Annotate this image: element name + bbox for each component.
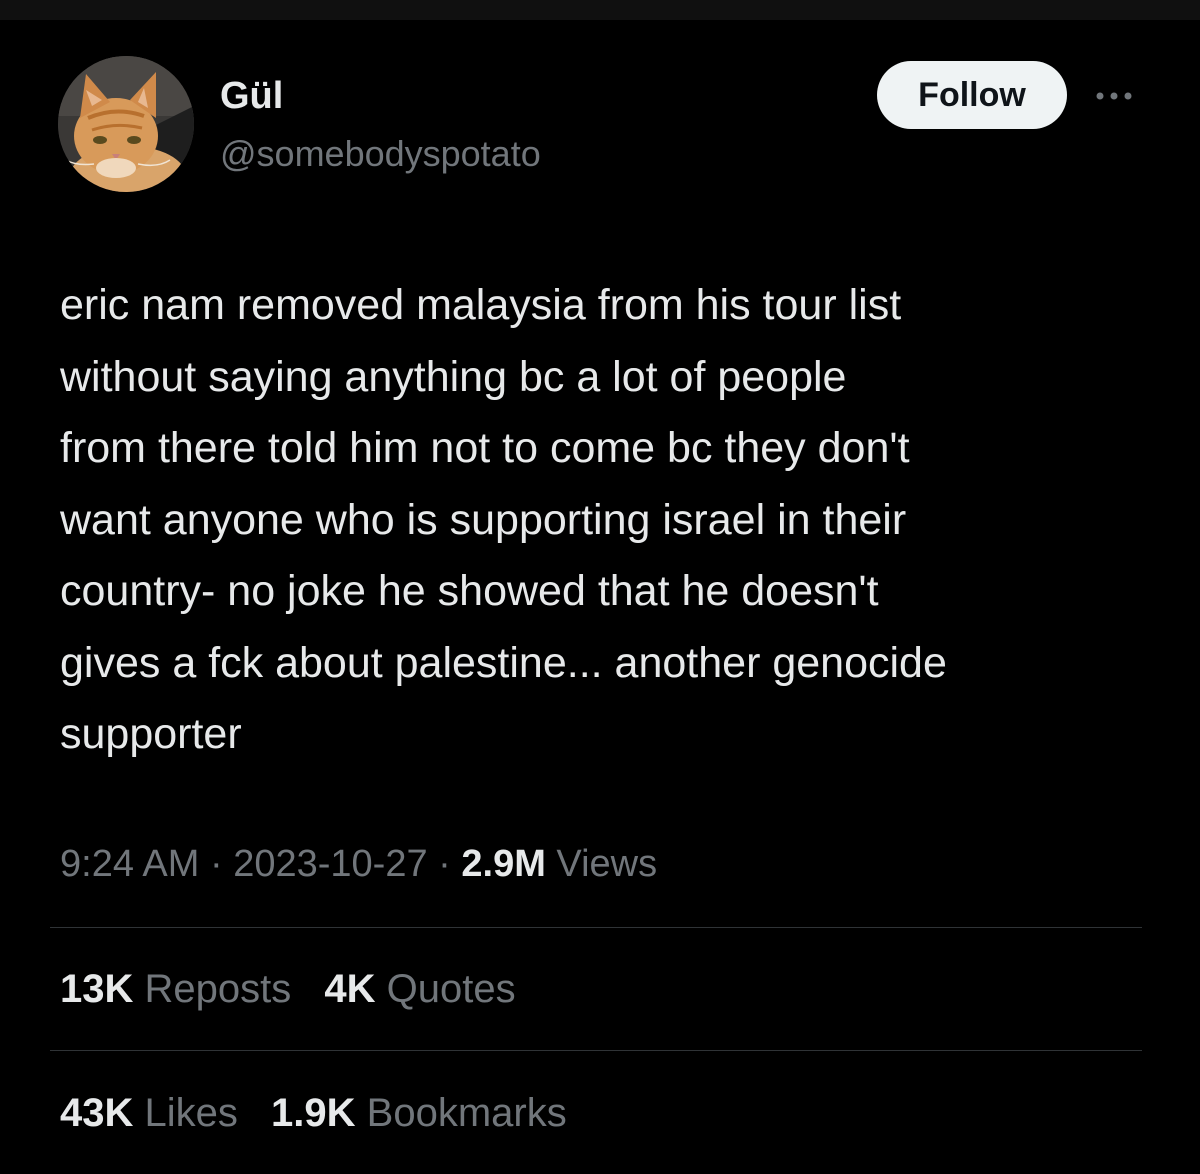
orange-cat-avatar-icon <box>58 56 194 192</box>
likes-stat[interactable]: 43K Likes <box>60 1089 238 1137</box>
quotes-count: 4K <box>324 967 376 1011</box>
tweet-time[interactable]: 9:24 AM <box>60 843 199 885</box>
likes-count: 43K <box>60 1091 134 1135</box>
tweet-meta: 9:24 AM · 2023-10-27 · 2.9M Views <box>60 840 657 888</box>
tweet-text: eric nam removed malaysia from his tour … <box>60 281 947 758</box>
display-name[interactable]: Gül <box>220 74 283 118</box>
reposts-stat[interactable]: 13K Reposts <box>60 965 291 1013</box>
reposts-count: 13K <box>60 967 134 1011</box>
quotes-label: Quotes <box>386 967 516 1011</box>
stats-row-reposts: 13K Reposts 4K Quotes <box>60 965 538 1013</box>
meta-separator: · <box>438 843 451 885</box>
bookmarks-label: Bookmarks <box>366 1091 567 1135</box>
stats-row-likes: 43K Likes 1.9K Bookmarks <box>60 1089 589 1137</box>
reposts-label: Reposts <box>144 967 292 1011</box>
bookmarks-stat[interactable]: 1.9K Bookmarks <box>271 1089 567 1137</box>
bookmarks-count: 1.9K <box>271 1091 356 1135</box>
follow-button[interactable]: Follow <box>877 61 1067 129</box>
meta-separator: · <box>209 843 223 885</box>
likes-label: Likes <box>144 1091 238 1135</box>
more-horizontal-icon[interactable] <box>1090 88 1138 104</box>
avatar[interactable] <box>58 56 194 192</box>
top-edge-bar <box>0 0 1200 20</box>
views-count: 2.9M <box>461 843 546 885</box>
views-label: Views <box>556 843 658 885</box>
divider <box>50 1050 1142 1051</box>
user-handle[interactable]: @somebodyspotato <box>220 132 541 176</box>
divider <box>50 927 1142 928</box>
tweet-date[interactable]: 2023-10-27 <box>233 843 427 885</box>
quotes-stat[interactable]: 4K Quotes <box>324 965 515 1013</box>
